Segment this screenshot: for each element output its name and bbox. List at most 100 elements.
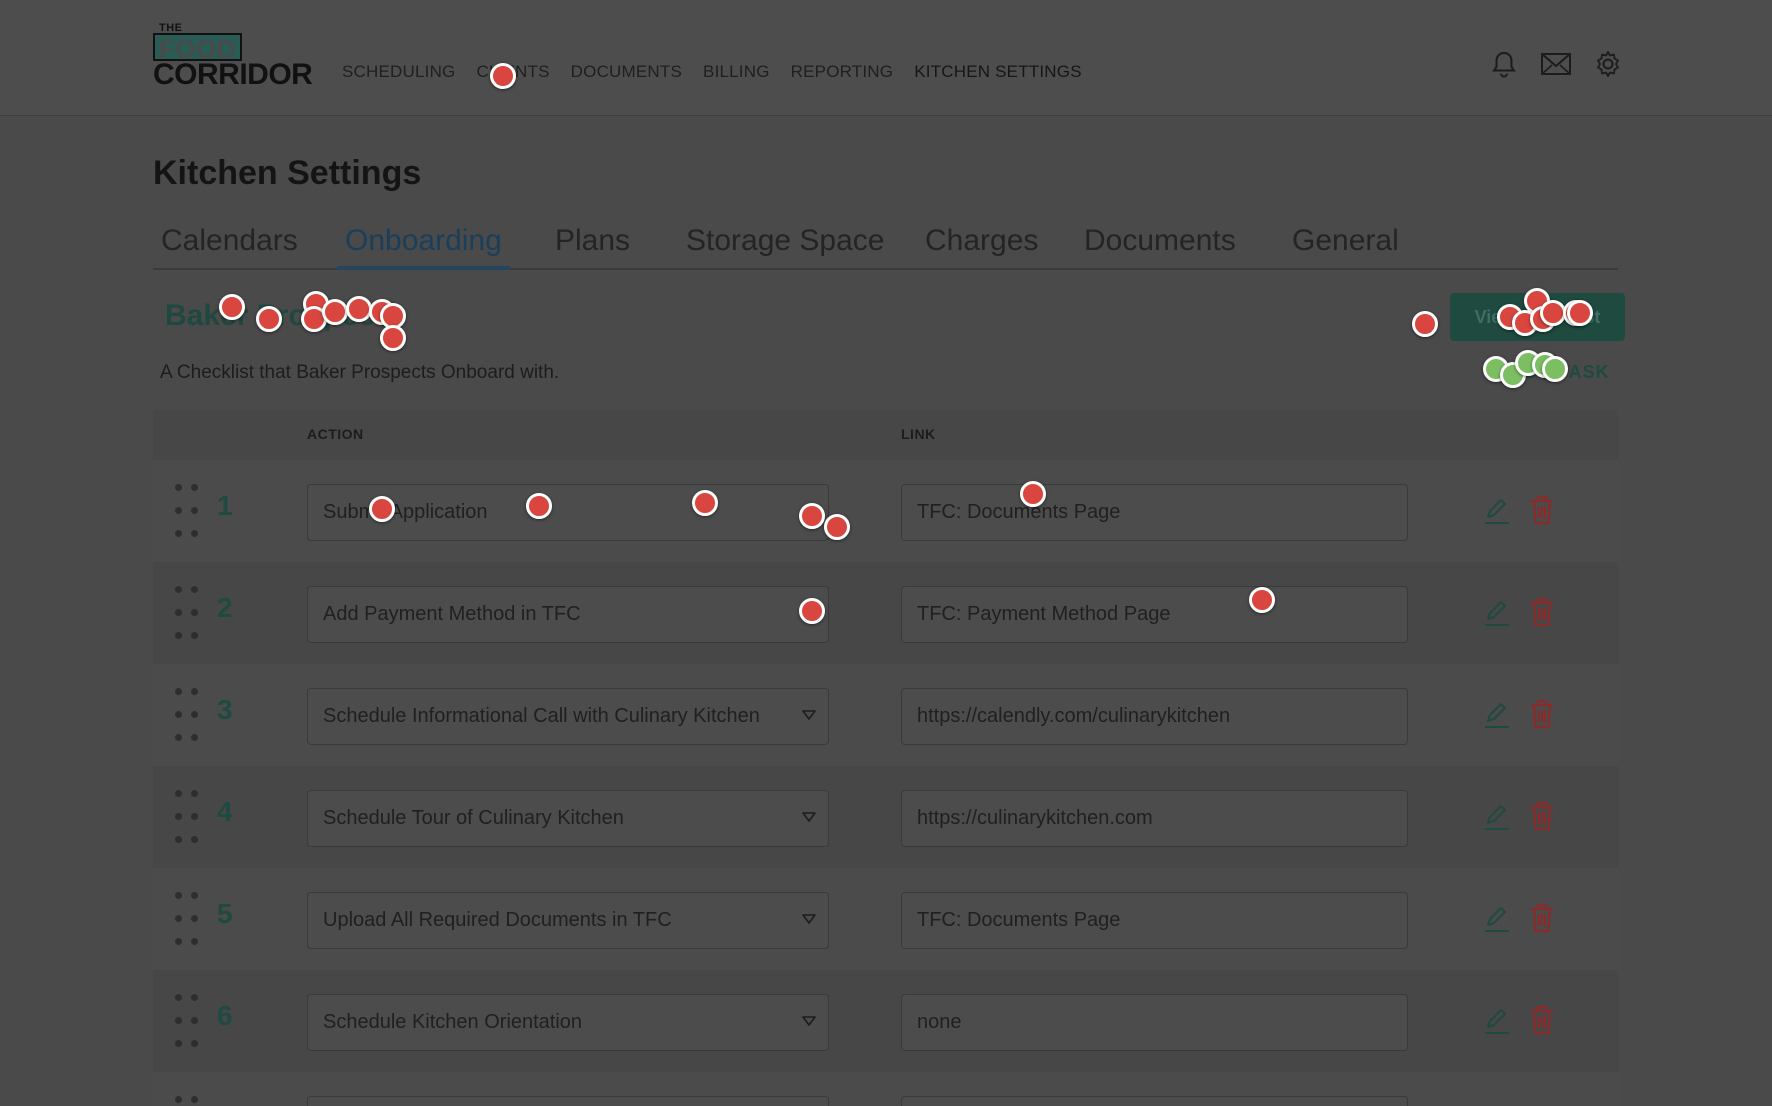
link-value: none (917, 1011, 962, 1033)
tab-storage-space[interactable]: Storage Space (678, 224, 892, 270)
drag-handle-icon[interactable] (173, 1096, 201, 1106)
drag-handle-icon[interactable] (173, 688, 201, 741)
edit-pencil-icon[interactable] (1481, 700, 1511, 730)
link-field[interactable]: https://calendly.com/culinarykitchen (901, 688, 1408, 745)
logo-corridor: CORRIDOR (153, 58, 313, 91)
link-value: TFC: Documents Page (917, 501, 1121, 523)
action-select[interactable]: Schedule Informational Call with Culinar… (307, 688, 829, 745)
row-number: 6 (217, 1000, 233, 1031)
link-field[interactable]: https://culinarykitchen.com (901, 790, 1408, 847)
edit-pencil-icon[interactable] (1481, 598, 1511, 628)
click-marker (526, 493, 552, 519)
edit-pencil-icon[interactable] (1481, 496, 1511, 526)
food-corridor-logo[interactable]: THE FOOD CORRIDOR (153, 22, 313, 91)
bell-icon[interactable] (1490, 50, 1518, 78)
click-marker (1020, 481, 1046, 507)
table-row: 2 Add Payment Method in TFC TFC: Payment… (153, 562, 1618, 664)
link-value: TFC: Documents Page (917, 909, 1121, 931)
nav-billing[interactable]: BILLING (703, 62, 770, 82)
link-field[interactable]: none (901, 994, 1408, 1051)
gear-icon[interactable] (1594, 50, 1622, 78)
page-title: Kitchen Settings (153, 154, 422, 192)
trash-icon[interactable] (1528, 1004, 1556, 1036)
action-value: Submit Application (323, 501, 488, 523)
table-row: 6 Schedule Kitchen Orientation none (153, 970, 1618, 1072)
column-header-action: ACTION (307, 426, 364, 442)
click-marker (369, 496, 395, 522)
action-select[interactable]: Add Payment Method in TFC (307, 586, 829, 643)
row-number: 2 (217, 592, 233, 623)
trash-icon[interactable] (1528, 800, 1556, 832)
action-select[interactable]: Upload All Required Documents in TFC (307, 892, 829, 949)
action-value: Schedule Informational Call with Culinar… (323, 705, 760, 727)
nav-documents[interactable]: DOCUMENTS (571, 62, 682, 82)
action-select[interactable]: Schedule Kitchen Orientation (307, 994, 829, 1051)
click-marker (346, 296, 372, 322)
action-select[interactable]: Schedule Tour of Culinary Kitchen (307, 790, 829, 847)
action-value: Schedule Tour of Culinary Kitchen (323, 807, 624, 829)
header-icons (1490, 50, 1622, 78)
click-marker (1567, 300, 1593, 326)
trash-icon[interactable] (1528, 902, 1556, 934)
link-value: TFC: Payment Method Page (917, 603, 1171, 625)
click-marker (322, 299, 348, 325)
edit-pencil-icon[interactable] (1481, 1006, 1511, 1036)
drag-handle-icon[interactable] (173, 892, 201, 945)
mail-icon[interactable] (1540, 50, 1572, 78)
click-marker (799, 598, 825, 624)
click-marker (219, 294, 245, 320)
table-row: 3 Schedule Informational Call with Culin… (153, 664, 1618, 766)
click-marker-green (1542, 356, 1568, 382)
tab-plans[interactable]: Plans (547, 224, 638, 270)
click-marker (490, 63, 516, 89)
click-marker (692, 490, 718, 516)
tab-documents[interactable]: Documents (1076, 224, 1244, 270)
drag-handle-icon[interactable] (173, 484, 201, 537)
tab-calendars[interactable]: Calendars (153, 224, 306, 270)
chevron-down-icon (802, 914, 816, 924)
tab-charges[interactable]: Charges (917, 224, 1046, 270)
column-header-link: LINK (901, 426, 936, 442)
nav-kitchen-settings[interactable]: KITCHEN SETTINGS (914, 62, 1082, 82)
chevron-down-icon (802, 1016, 816, 1026)
edit-pencil-icon[interactable] (1481, 904, 1511, 934)
table-row: 4 Schedule Tour of Culinary Kitchen http… (153, 766, 1618, 868)
click-marker (1412, 311, 1438, 337)
link-field[interactable]: TFC: Payment Method Page (901, 586, 1408, 643)
table-row (153, 1072, 1618, 1106)
link-value: https://culinarykitchen.com (917, 807, 1153, 829)
row-number: 4 (217, 796, 233, 827)
trash-icon[interactable] (1528, 494, 1556, 526)
nav-reporting[interactable]: REPORTING (791, 62, 894, 82)
action-value: Upload All Required Documents in TFC (323, 909, 672, 931)
link-field[interactable]: TFC: Documents Page (901, 484, 1408, 541)
action-value: Add Payment Method in TFC (323, 603, 581, 625)
drag-handle-icon[interactable] (173, 994, 201, 1047)
action-value: Schedule Kitchen Orientation (323, 1011, 583, 1033)
action-select[interactable] (307, 1096, 829, 1106)
edit-pencil-icon[interactable] (1481, 802, 1511, 832)
link-value: https://calendly.com/culinarykitchen (917, 705, 1231, 727)
trash-icon[interactable] (1528, 698, 1556, 730)
drag-handle-icon[interactable] (173, 586, 201, 639)
settings-tabs: Calendars Onboarding Plans Storage Space… (153, 224, 1618, 270)
table-row: 5 Upload All Required Documents in TFC T… (153, 868, 1618, 970)
link-field[interactable] (901, 1096, 1408, 1106)
tab-onboarding[interactable]: Onboarding (337, 224, 510, 270)
top-navigation-bar: THE FOOD CORRIDOR SCHEDULING CLIENTS DOC… (0, 0, 1772, 116)
tab-general[interactable]: General (1284, 224, 1407, 270)
checklist-description: A Checklist that Baker Prospects Onboard… (160, 362, 560, 383)
nav-scheduling[interactable]: SCHEDULING (342, 62, 455, 82)
drag-handle-icon[interactable] (173, 790, 201, 843)
click-marker (1249, 587, 1275, 613)
row-number: 5 (217, 898, 233, 929)
click-marker (799, 503, 825, 529)
link-field[interactable]: TFC: Documents Page (901, 892, 1408, 949)
row-number: 3 (217, 694, 233, 725)
logo-food: FOOD (153, 33, 243, 63)
click-marker (256, 306, 282, 332)
trash-icon[interactable] (1528, 596, 1556, 628)
click-marker (380, 325, 406, 351)
click-marker (824, 514, 850, 540)
row-number: 1 (217, 490, 233, 521)
